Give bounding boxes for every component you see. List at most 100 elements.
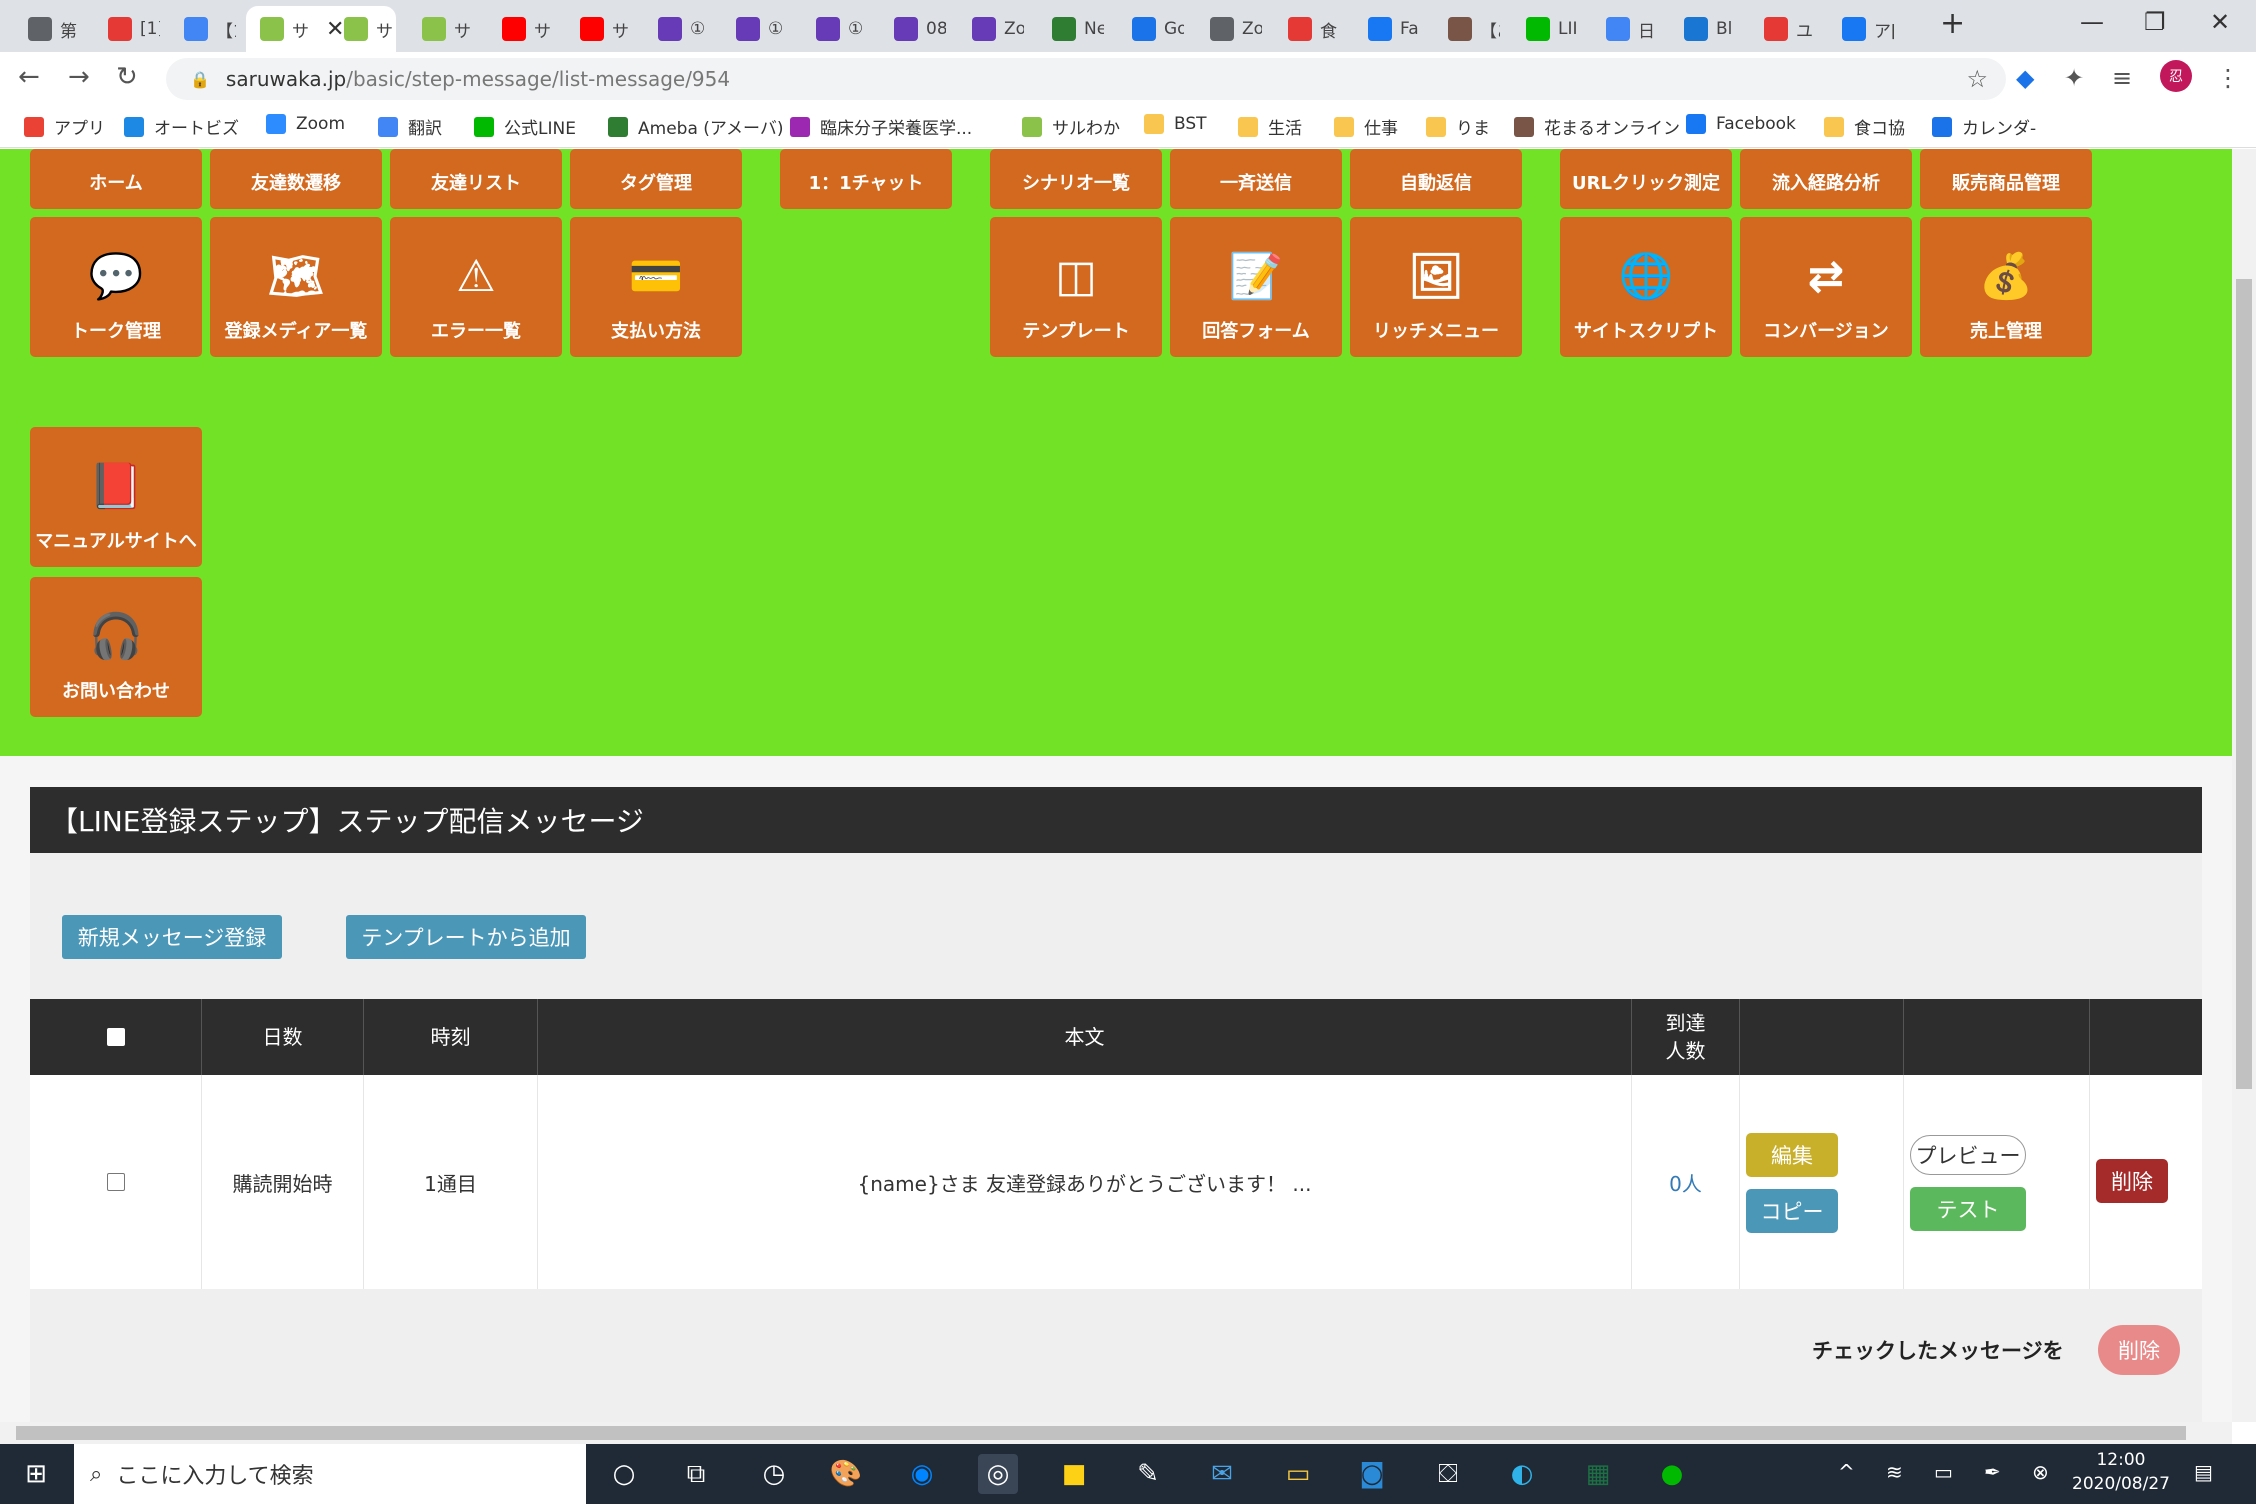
- mail-icon[interactable]: ✉: [1202, 1454, 1242, 1494]
- profile-avatar[interactable]: 忍: [2160, 60, 2192, 92]
- bookmark-item[interactable]: Facebook: [1686, 114, 1796, 134]
- browser-tab[interactable]: LII: [1512, 6, 1588, 52]
- browser-tab[interactable]: ①: [644, 6, 720, 52]
- vertical-scrollbar[interactable]: [2232, 149, 2256, 1422]
- preview-button[interactable]: プレビュー: [1910, 1135, 2026, 1175]
- add-from-template-button[interactable]: テンプレートから追加: [346, 915, 586, 959]
- bookmark-item[interactable]: BST: [1144, 114, 1207, 134]
- menu-button[interactable]: 💬 トーク管理: [30, 217, 202, 357]
- new-tab-button[interactable]: +: [1940, 6, 1965, 41]
- extension-icon[interactable]: ◆: [2016, 64, 2034, 92]
- clock-app-icon[interactable]: ◷: [754, 1454, 794, 1494]
- notepad-icon[interactable]: ✎: [1128, 1454, 1168, 1494]
- volume-muted-icon[interactable]: ⊗: [2032, 1460, 2049, 1484]
- browser-tab[interactable]: Zo: [1196, 6, 1272, 52]
- menu-button[interactable]: シナリオ一覧: [990, 149, 1162, 209]
- bookmark-item[interactable]: りま: [1426, 114, 1490, 139]
- menu-button[interactable]: 友達リスト: [390, 149, 562, 209]
- bookmark-item[interactable]: オートビズ: [124, 114, 239, 139]
- reload-icon[interactable]: ↻: [116, 62, 138, 92]
- bookmark-star-icon[interactable]: ☆: [1966, 65, 1988, 93]
- paint-icon[interactable]: 🎨: [826, 1454, 866, 1494]
- browser-tab[interactable]: [1]: [94, 6, 170, 52]
- system-clock[interactable]: 12:00 2020/08/27: [2072, 1448, 2170, 1496]
- browser-tab[interactable]: Go: [1118, 6, 1194, 52]
- line-icon[interactable]: ●: [1652, 1454, 1692, 1494]
- browser-tab[interactable]: 第: [14, 6, 90, 52]
- menu-button[interactable]: 一斉送信: [1170, 149, 1342, 209]
- browser-tab[interactable]: サ: [566, 6, 642, 52]
- task-view-icon[interactable]: ⧉: [676, 1454, 716, 1494]
- contact-button[interactable]: 🎧 お問い合わせ: [30, 577, 202, 717]
- bookmark-item[interactable]: アプリ: [24, 114, 105, 139]
- menu-button[interactable]: 流入経路分析: [1740, 149, 1912, 209]
- store-icon[interactable]: ⛋: [1428, 1454, 1468, 1494]
- windows-start-icon[interactable]: ⊞: [16, 1454, 56, 1494]
- sticky-notes-icon[interactable]: ■: [1054, 1454, 1094, 1494]
- browser-tab[interactable]: 食: [1274, 6, 1350, 52]
- app-icon[interactable]: ◙: [1352, 1454, 1392, 1494]
- edge-icon[interactable]: ◐: [1502, 1454, 1542, 1494]
- horizontal-scroll-thumb[interactable]: [16, 1426, 2186, 1440]
- tray-chevron-icon[interactable]: ^: [1838, 1460, 1855, 1484]
- browser-tab[interactable]: 08: [880, 6, 956, 52]
- close-window-icon[interactable]: ✕: [2210, 8, 2230, 36]
- delete-button[interactable]: 削除: [2096, 1159, 2168, 1203]
- messenger-icon[interactable]: ◉: [902, 1454, 942, 1494]
- pen-icon[interactable]: ✒: [1984, 1460, 2001, 1484]
- menu-button[interactable]: 販売商品管理: [1920, 149, 2092, 209]
- browser-tab[interactable]: サ: [488, 6, 564, 52]
- bookmark-item[interactable]: 臨床分子栄養医学...: [790, 114, 972, 139]
- menu-button[interactable]: ◫ テンプレート: [990, 217, 1162, 357]
- row-checkbox[interactable]: [106, 1173, 125, 1191]
- browser-tab[interactable]: Fa: [1354, 6, 1430, 52]
- menu-button[interactable]: 自動返信: [1350, 149, 1522, 209]
- menu-dots-icon[interactable]: ⋮: [2216, 64, 2240, 92]
- new-message-button[interactable]: 新規メッセージ登録: [62, 915, 282, 959]
- menu-button[interactable]: ⇄ コンバージョン: [1740, 217, 1912, 357]
- browser-tab[interactable]: 日: [1592, 6, 1668, 52]
- menu-button[interactable]: 友達数遷移: [210, 149, 382, 209]
- select-all-checkbox[interactable]: [106, 1028, 125, 1046]
- browser-tab[interactable]: ユ: [1750, 6, 1826, 52]
- menu-button[interactable]: 📝 回答フォーム: [1170, 217, 1342, 357]
- menu-button[interactable]: ⚠ エラー一覧: [390, 217, 562, 357]
- bookmark-item[interactable]: 翻訳: [378, 114, 442, 139]
- browser-tab[interactable]: ア[: [1828, 6, 1904, 52]
- cortana-icon[interactable]: ○: [604, 1454, 644, 1494]
- forward-icon[interactable]: →: [68, 62, 90, 92]
- menu-button[interactable]: 💰 売上管理: [1920, 217, 2092, 357]
- bookmark-item[interactable]: 花まるオンライン: [1514, 114, 1680, 139]
- browser-tab[interactable]: ①: [802, 6, 878, 52]
- menu-button[interactable]: 🗺 登録メディア一覧: [210, 217, 382, 357]
- bulk-delete-button[interactable]: 削除: [2098, 1325, 2180, 1375]
- bookmark-item[interactable]: 仕事: [1334, 114, 1398, 139]
- copy-button[interactable]: コピー: [1746, 1189, 1838, 1233]
- menu-button[interactable]: 🖼 リッチメニュー: [1350, 217, 1522, 357]
- browser-tab[interactable]: Ne: [1038, 6, 1114, 52]
- media-control-icon[interactable]: ≡: [2112, 64, 2132, 92]
- network-icon[interactable]: ≋: [1886, 1460, 1903, 1484]
- browser-tab[interactable]: 【1: [170, 6, 246, 52]
- file-explorer-icon[interactable]: ▭: [1278, 1454, 1318, 1494]
- vertical-scroll-thumb[interactable]: [2236, 279, 2252, 1089]
- test-button[interactable]: テスト: [1910, 1187, 2026, 1231]
- menu-button[interactable]: 🌐 サイトスクリプト: [1560, 217, 1732, 357]
- browser-tab[interactable]: Zo: [958, 6, 1034, 52]
- notifications-icon[interactable]: ▤: [2194, 1460, 2213, 1484]
- menu-button[interactable]: タグ管理: [570, 149, 742, 209]
- menu-button[interactable]: 1：1チャット: [780, 149, 952, 209]
- taskbar-search-box[interactable]: ⌕ ここに入力して検索: [74, 1444, 586, 1504]
- browser-tab[interactable]: Bl: [1670, 6, 1746, 52]
- url-field[interactable]: 🔒 saruwaka.jp/basic/step-message/list-me…: [166, 58, 2006, 100]
- menu-button[interactable]: ホーム: [30, 149, 202, 209]
- browser-tab[interactable]: ①: [722, 6, 798, 52]
- row-reach-link[interactable]: 0人: [1632, 1075, 1740, 1289]
- bookmark-item[interactable]: Zoom: [266, 114, 345, 134]
- browser-tab[interactable]: サ: [330, 6, 406, 52]
- bookmark-item[interactable]: 公式LINE: [474, 114, 576, 139]
- restore-icon[interactable]: ❐: [2144, 8, 2166, 36]
- menu-button[interactable]: URLクリック測定: [1560, 149, 1732, 209]
- bookmark-item[interactable]: サルわか: [1022, 114, 1120, 139]
- excel-icon[interactable]: ▦: [1578, 1454, 1618, 1494]
